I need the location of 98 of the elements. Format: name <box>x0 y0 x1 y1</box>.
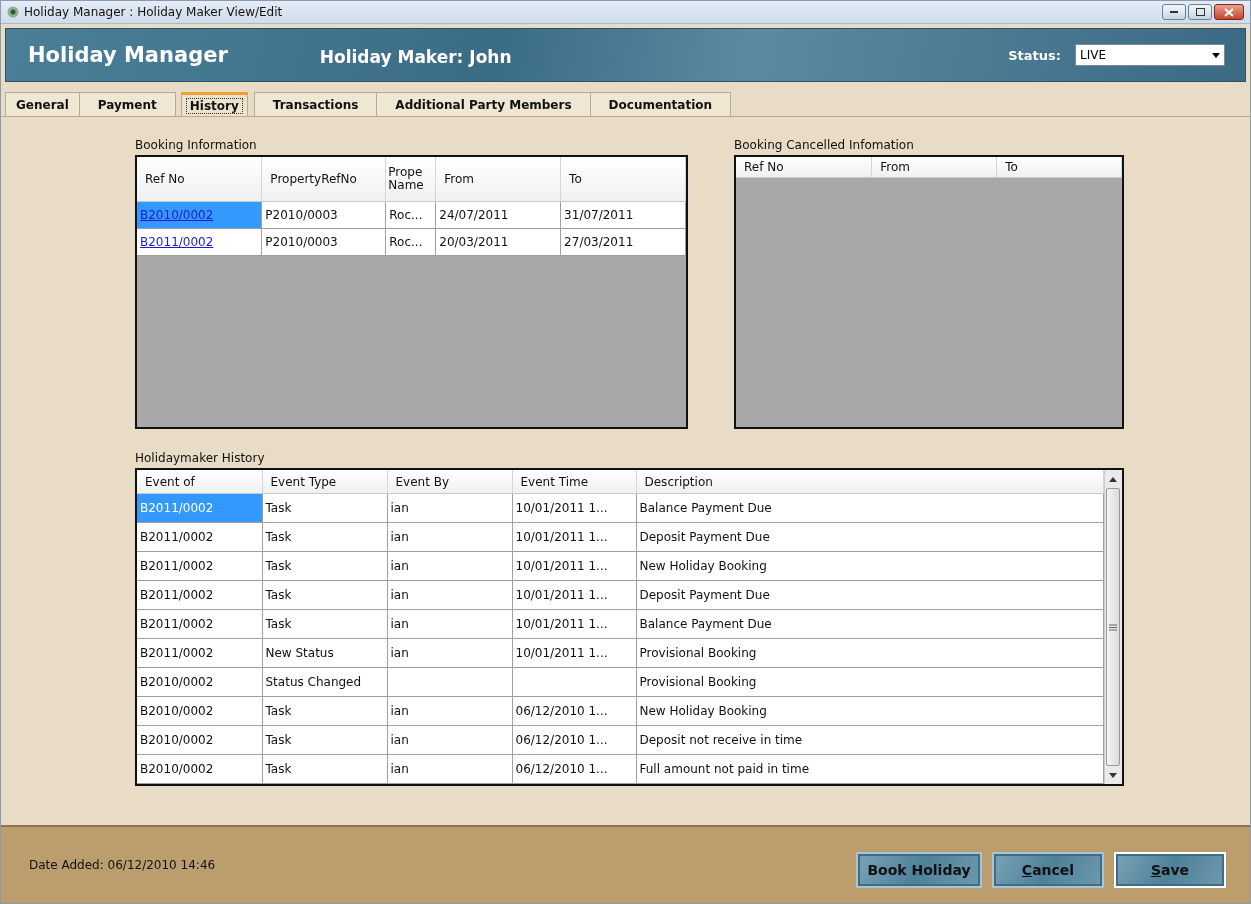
table-cell: Task <box>262 580 387 610</box>
table-cell: New Holiday Booking <box>636 551 1103 581</box>
column-header[interactable]: To <box>560 157 686 202</box>
column-header[interactable]: Event By <box>387 470 512 494</box>
date-added: Date Added: 06/12/2010 14:46 <box>29 858 216 872</box>
table-cell: B2010/0002 <box>137 725 262 755</box>
status-dropdown[interactable]: LIVE <box>1075 44 1225 66</box>
book-holiday-button[interactable]: Book Holiday <box>856 852 982 888</box>
table-cell: B2011/0002 <box>137 522 262 552</box>
table-cell: 10/01/2011 1... <box>512 609 636 639</box>
table-cell: B2011/0002 <box>137 580 262 610</box>
table-cell: Task <box>262 609 387 639</box>
table-cell: Deposit Payment Due <box>636 580 1103 610</box>
table-cell: Balance Payment Due <box>636 609 1103 639</box>
table-cell: 10/01/2011 1... <box>512 493 636 523</box>
table-cell: 06/12/2010 1... <box>512 754 636 784</box>
close-button[interactable] <box>1214 4 1244 20</box>
window-title: Holiday Manager : Holiday Maker View/Edit <box>24 5 283 19</box>
table-cell: 06/12/2010 1... <box>512 696 636 726</box>
section-title: Booking Information <box>135 137 258 154</box>
column-header[interactable]: Event Type <box>262 470 387 494</box>
table-cell: Status Changed <box>262 667 387 697</box>
tab[interactable]: Documentation <box>589 92 732 116</box>
table-cell: B2010/0002 <box>137 754 262 784</box>
table-cell: P2010/0003 <box>261 201 386 229</box>
table-cell: 24/07/2011 <box>435 201 561 229</box>
table-cell: ian <box>387 609 512 639</box>
column-header[interactable]: From <box>871 157 997 178</box>
table-cell: Task <box>262 493 387 523</box>
minimize-button[interactable] <box>1162 4 1186 20</box>
table-cell: B2011/0002 <box>137 609 262 639</box>
column-header[interactable]: To <box>996 157 1122 178</box>
scroll-up-icon[interactable] <box>1109 476 1118 482</box>
column-header[interactable]: From <box>435 157 561 202</box>
table-cell: ian <box>387 580 512 610</box>
column-header[interactable]: Ref No <box>137 157 262 202</box>
scroll-down-icon[interactable] <box>1109 772 1118 778</box>
tab[interactable]: Transactions <box>253 92 378 116</box>
table-cell: 10/01/2011 1... <box>512 638 636 668</box>
table-cell: 27/03/2011 <box>560 228 686 256</box>
save-button[interactable]: Save <box>1114 852 1226 888</box>
tab[interactable]: Payment <box>78 92 176 116</box>
table-cell: Deposit not receive in time <box>636 725 1103 755</box>
column-header[interactable]: Ref No <box>736 157 872 178</box>
table-cell: Full amount not paid in time <box>636 754 1103 784</box>
holiday-maker-name: Holiday Maker: John <box>319 47 512 67</box>
table-cell: ian <box>387 696 512 726</box>
table-cell: Task <box>262 696 387 726</box>
column-header[interactable]: PropertyRefNo <box>261 157 386 202</box>
table-cell: 06/12/2010 1... <box>512 725 636 755</box>
section-title: Booking Cancelled Infomation <box>734 137 915 154</box>
table-cell: P2010/0003 <box>261 228 386 256</box>
table-cell: Deposit Payment Due <box>636 522 1103 552</box>
tab[interactable]: General <box>5 92 80 116</box>
table-cell: 10/01/2011 1... <box>512 522 636 552</box>
table-cell: ian <box>387 725 512 755</box>
tab[interactable]: Additional Party Members <box>376 92 591 116</box>
app-icon <box>7 6 19 18</box>
maximize-icon <box>1195 8 1205 16</box>
section-title: Holidaymaker History <box>135 450 266 467</box>
status-label: Status: <box>1008 47 1061 63</box>
table-cell: Task <box>262 522 387 552</box>
table-cell: ian <box>387 493 512 523</box>
tab[interactable]: History <box>180 92 248 116</box>
table-cell: ian <box>387 551 512 581</box>
table-cell: Provisional Booking <box>636 667 1103 697</box>
column-header[interactable]: Event Time <box>512 470 636 494</box>
table-cell: ian <box>387 754 512 784</box>
table-cell: ian <box>387 522 512 552</box>
close-icon <box>1224 7 1234 17</box>
table-cell: B2010/0002 <box>137 667 262 697</box>
table-cell: New Holiday Booking <box>636 696 1103 726</box>
booking-link[interactable]: B2011/0002 <box>137 228 262 256</box>
table-cell: 10/01/2011 1... <box>512 580 636 610</box>
scroll-thumb[interactable] <box>1106 488 1121 766</box>
table-cell: Task <box>262 551 387 581</box>
table-cell: New Status <box>262 638 387 668</box>
table-cell: 10/01/2011 1... <box>512 551 636 581</box>
table-cell: B2011/0002 <box>137 493 262 523</box>
grip-icon <box>1109 623 1118 631</box>
maximize-button[interactable] <box>1188 4 1212 20</box>
minimize-icon <box>1170 10 1178 14</box>
column-header[interactable]: Description <box>636 470 1103 494</box>
table-cell: Task <box>262 754 387 784</box>
table-cell: Balance Payment Due <box>636 493 1103 523</box>
table-cell: ian <box>387 638 512 668</box>
table-cell: Task <box>262 725 387 755</box>
table-cell: Provisional Booking <box>636 638 1103 668</box>
app-title: Holiday Manager <box>28 43 228 67</box>
table-cell: B2011/0002 <box>137 638 262 668</box>
column-header[interactable]: Prope Name <box>385 157 436 202</box>
column-header[interactable]: Event of <box>137 470 262 494</box>
table-cell: 31/07/2011 <box>560 201 686 229</box>
cancel-button[interactable]: Cancel <box>992 852 1104 888</box>
table-cell: B2011/0002 <box>137 551 262 581</box>
dropdown-arrow-icon <box>1212 52 1220 58</box>
table-cell: 20/03/2011 <box>435 228 561 256</box>
table-cell: B2010/0002 <box>137 696 262 726</box>
